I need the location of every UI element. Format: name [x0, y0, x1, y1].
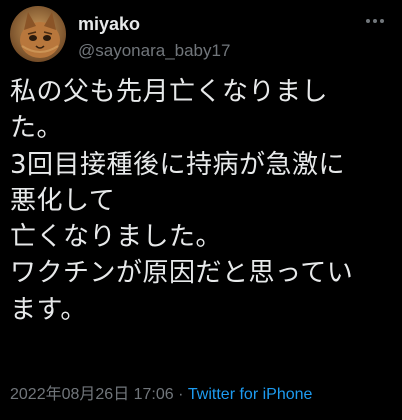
- tweet-text-line: た。: [10, 113, 64, 144]
- avatar[interactable]: [10, 6, 66, 62]
- timestamp[interactable]: 2022年08月26日 17:06: [10, 386, 174, 403]
- tweet-text: 私の父も先月亡くなりまし た。 3回目接種後に持病が急激に 悪化して 亡くなりま…: [10, 74, 398, 328]
- tweet-text-line: 私の父も先月亡くなりまし: [10, 77, 329, 107]
- tweet-text-line: ワクチンが原因だと思ってい: [10, 258, 354, 289]
- display-name[interactable]: miyako: [78, 14, 230, 34]
- tweet-text-line: 悪化して: [10, 185, 116, 216]
- tweet-text-line: ます。: [10, 294, 87, 325]
- user-handle[interactable]: @sayonara_baby17: [78, 40, 230, 62]
- tweet-meta: 2022年08月26日 17:06 · Twitter for iPhone: [10, 384, 402, 406]
- tweet-text-line: 亡くなりました。: [10, 222, 223, 253]
- source-link[interactable]: Twitter for iPhone: [188, 386, 313, 403]
- tweet-text-line: 3回目接種後に持病が急激に: [10, 149, 346, 180]
- more-options-icon[interactable]: [364, 10, 386, 32]
- tweet-card: miyako @sayonara_baby17 私の父も先月亡くなりまし た。 …: [0, 0, 402, 420]
- meta-separator: ·: [173, 386, 188, 403]
- tweet-header: miyako @sayonara_baby17: [10, 6, 392, 62]
- author-names: miyako @sayonara_baby17: [78, 14, 230, 62]
